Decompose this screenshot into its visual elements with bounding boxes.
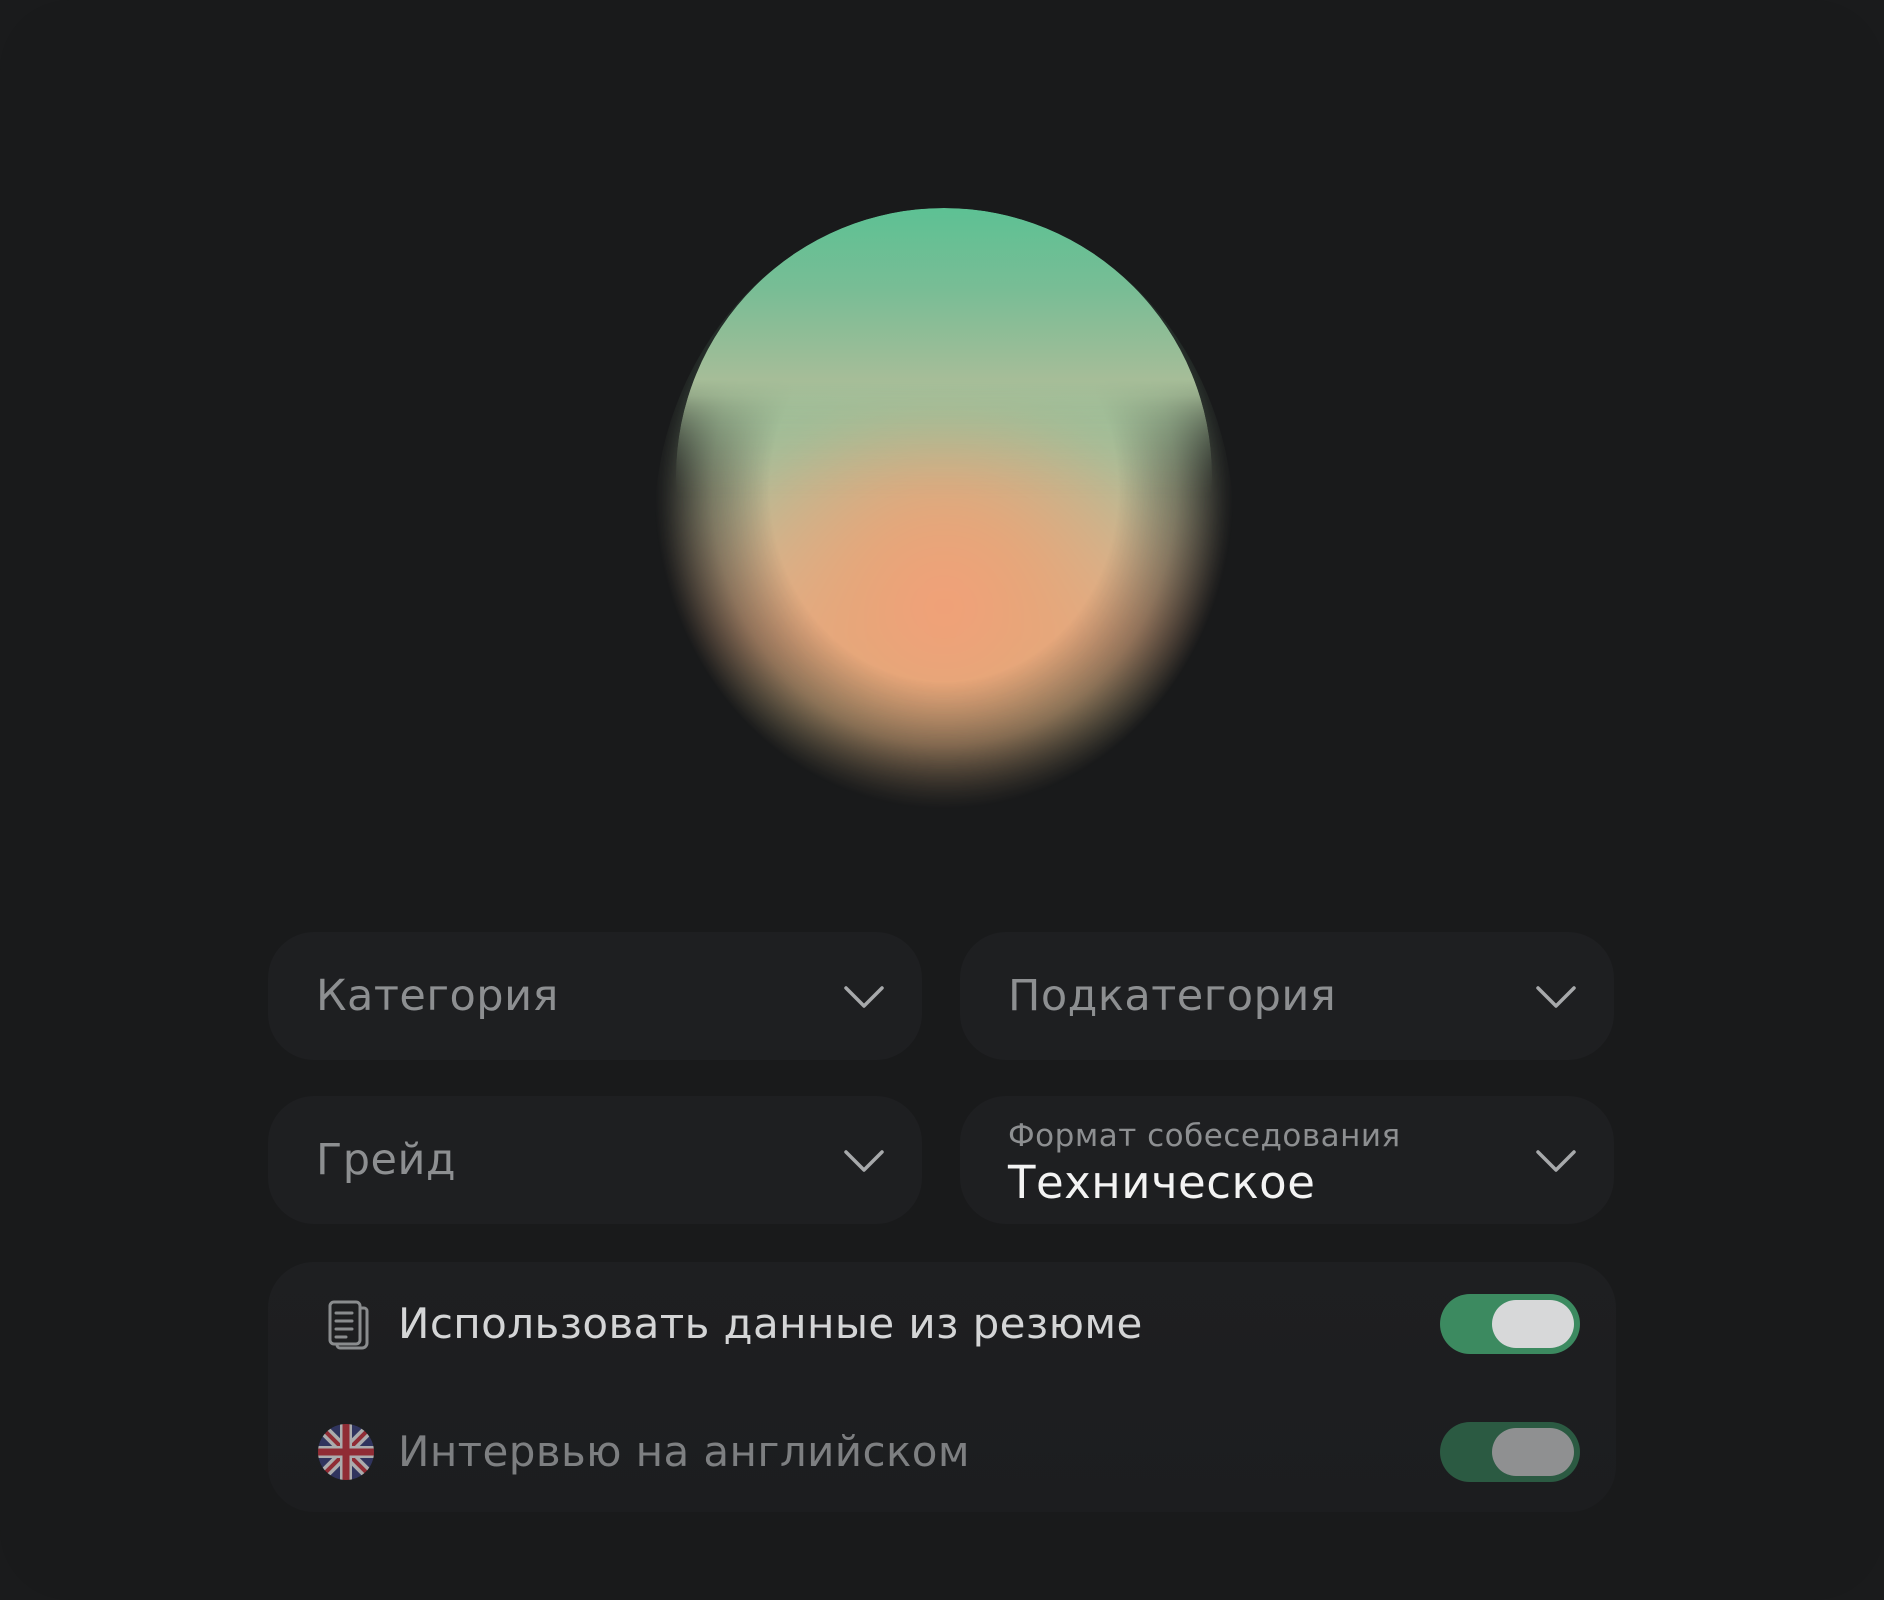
grade-label: Грейд <box>316 1135 457 1185</box>
subcategory-label: Подкатегория <box>1008 971 1337 1021</box>
uk-flag-icon <box>318 1424 374 1480</box>
chevron-down-icon <box>844 1150 884 1172</box>
grade-select[interactable]: Грейд <box>268 1096 922 1224</box>
chevron-down-icon <box>1536 986 1576 1008</box>
toggle-knob <box>1492 1300 1574 1348</box>
category-select[interactable]: Категория <box>268 932 922 1060</box>
options-group: Использовать данные из резюме Интервью н… <box>268 1262 1616 1512</box>
assistant-orb-highlight <box>676 208 1212 744</box>
use-resume-row[interactable]: Использовать данные из резюме <box>268 1274 1616 1374</box>
toggle-knob <box>1492 1428 1574 1476</box>
english-interview-toggle[interactable] <box>1440 1422 1580 1482</box>
category-label: Категория <box>316 971 559 1021</box>
english-interview-row[interactable]: Интервью на английском <box>268 1402 1616 1502</box>
interview-format-value: Техническое <box>1008 1156 1316 1209</box>
subcategory-select[interactable]: Подкатегория <box>960 932 1614 1060</box>
document-icon <box>328 1300 369 1350</box>
chevron-down-icon <box>1536 1150 1576 1172</box>
use-resume-toggle[interactable] <box>1440 1294 1580 1354</box>
interview-setup-panel: Категория Подкатегория Грейд Формат собе… <box>0 0 1884 1600</box>
chevron-down-icon <box>844 986 884 1008</box>
interview-format-select[interactable]: Формат собеседования Техническое <box>960 1096 1614 1224</box>
english-interview-label: Интервью на английском <box>398 1427 970 1476</box>
interview-format-label: Формат собеседования <box>1008 1118 1401 1154</box>
use-resume-label: Использовать данные из резюме <box>398 1299 1143 1348</box>
